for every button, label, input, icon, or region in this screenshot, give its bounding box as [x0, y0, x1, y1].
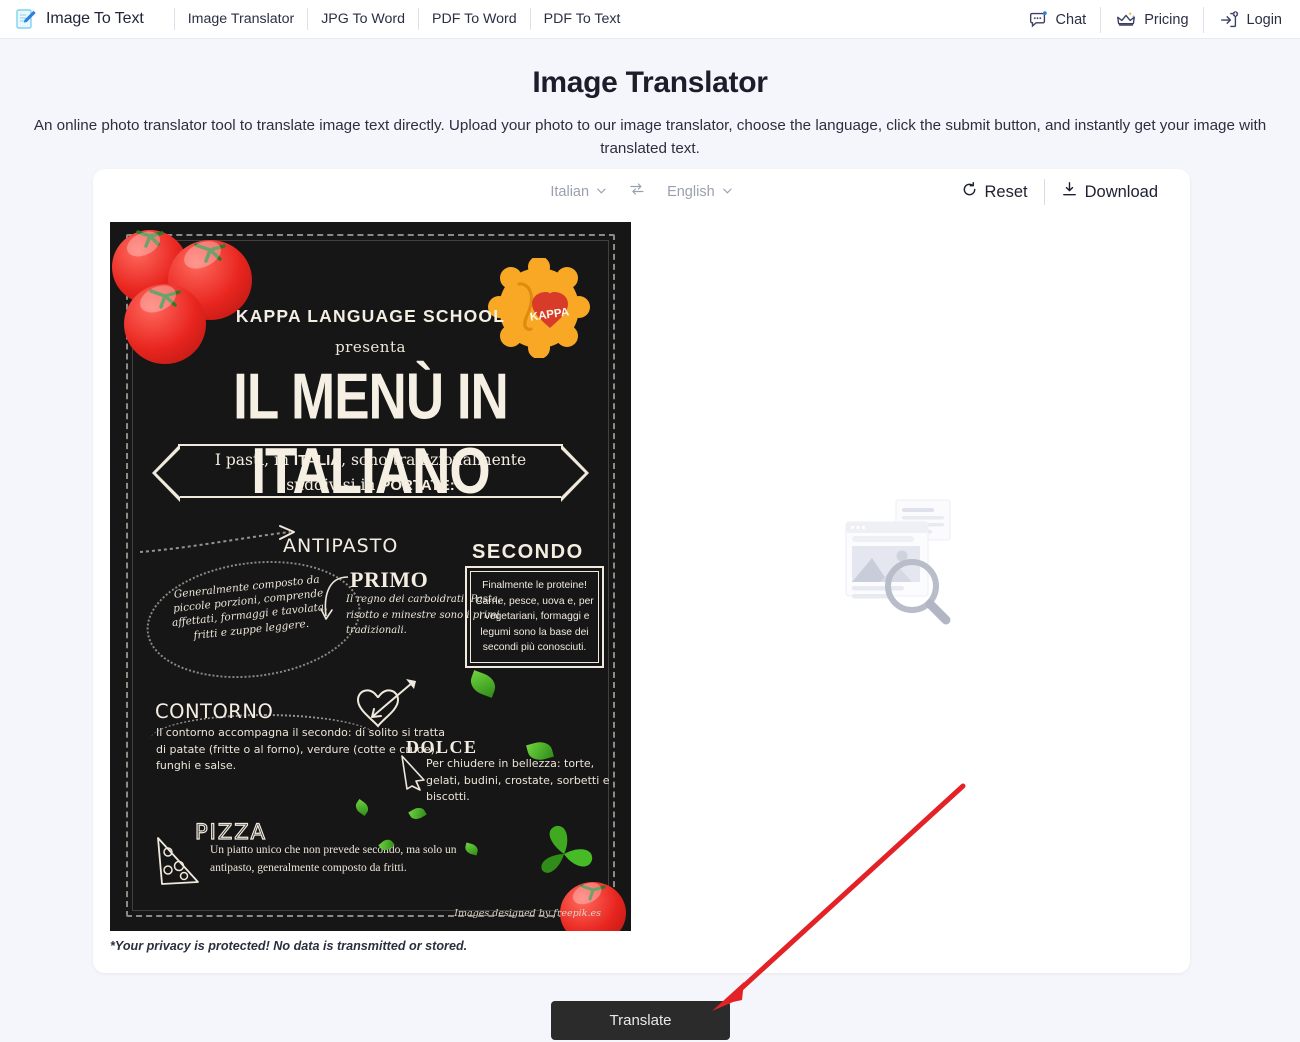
heart-arrow-decoration	[356, 679, 416, 728]
nav-pdf-to-text[interactable]: PDF To Text	[531, 8, 634, 30]
page-description: An online photo translator tool to trans…	[33, 117, 1267, 157]
reset-button[interactable]: Reset	[945, 179, 1045, 205]
reset-label: Reset	[984, 182, 1028, 201]
section-heading-primo: PRIMO	[350, 567, 429, 592]
header-actions: Chat Pricing Login	[1013, 0, 1288, 39]
section-text-secondo: Finalmente le proteine! Carne, pesce, uo…	[475, 579, 594, 654]
antipasto-pointer-line	[140, 525, 295, 553]
download-button[interactable]: Download	[1045, 179, 1174, 205]
brand-logo[interactable]: Image To Text	[0, 7, 144, 31]
poster-credit: Images designed by freepik.es	[454, 908, 601, 919]
target-language-value: English	[667, 183, 715, 200]
source-image-preview[interactable]: KAPPA KAPPA LANGUAGE SCHOOL presenta IL …	[110, 222, 631, 931]
nav-pdf-to-word[interactable]: PDF To Word	[419, 8, 531, 30]
ribbon-line2-a: suddivisi in	[286, 476, 381, 494]
nav-image-translator[interactable]: Image Translator	[173, 8, 309, 30]
reset-circular-arrow-icon	[961, 181, 978, 203]
ribbon-line1-c: , sono tradizionalmente	[341, 451, 527, 469]
chat-button[interactable]: Chat	[1013, 6, 1102, 33]
translator-card: Italian English Reset Download KAPPA KAP…	[93, 169, 1190, 973]
crown-icon	[1115, 9, 1137, 31]
secondo-box: Finalmente le proteine! Carne, pesce, uo…	[465, 566, 604, 668]
download-label: Download	[1084, 182, 1158, 201]
translator-toolbar: Italian English Reset Download	[93, 179, 1190, 213]
pizza-slice-icon	[157, 837, 199, 885]
brand-name: Image To Text	[46, 10, 144, 27]
tomato-decoration	[560, 882, 626, 931]
language-selectors: Italian English	[550, 181, 732, 202]
poster-school-name: KAPPA LANGUAGE SCHOOL	[235, 306, 506, 326]
basil-sprig-decoration	[541, 825, 593, 873]
login-label: Login	[1246, 11, 1282, 28]
image-search-placeholder-icon	[838, 494, 978, 639]
basil-leaf-decoration	[408, 804, 427, 823]
source-language-value: Italian	[550, 183, 590, 200]
privacy-note: *Your privacy is protected! No data is t…	[110, 939, 468, 953]
source-language-select[interactable]: Italian	[550, 184, 607, 200]
nav-jpg-to-word[interactable]: JPG To Word	[308, 8, 420, 30]
pricing-button[interactable]: Pricing	[1101, 6, 1204, 33]
top-header: Image To Text Image Translator JPG To Wo…	[0, 0, 1300, 39]
secondo-box-inner-border: Finalmente le proteine! Carne, pesce, uo…	[470, 571, 599, 663]
page-title: Image Translator	[532, 66, 768, 99]
ribbon-left-notch	[152, 444, 180, 502]
toolbar-actions: Reset Download	[945, 179, 1175, 205]
swap-arrows-icon	[629, 181, 645, 202]
download-tray-icon	[1061, 181, 1078, 203]
poster-image: KAPPA KAPPA LANGUAGE SCHOOL presenta IL …	[110, 222, 631, 931]
ribbon-line2-b: PORTATE:	[380, 477, 455, 494]
document-pencil-icon	[14, 7, 38, 31]
translate-button[interactable]: Translate	[551, 1001, 730, 1040]
login-button[interactable]: Login	[1204, 7, 1288, 33]
chat-bubble-icon	[1027, 9, 1049, 31]
target-language-select[interactable]: English	[667, 184, 733, 200]
chevron-down-icon	[596, 184, 607, 200]
pricing-label: Pricing	[1144, 11, 1189, 28]
chevron-down-icon	[722, 184, 733, 200]
ribbon-line1-b: ITALIA	[293, 452, 342, 469]
section-heading-pizza: PIZZA	[194, 819, 267, 844]
ribbon-text: I pasti, in ITALIA, sono tradizionalment…	[180, 446, 561, 498]
dolce-arrow-icon	[401, 755, 425, 791]
basil-leaf-decoration	[467, 670, 499, 698]
poster-ribbon: I pasti, in ITALIA, sono tradizionalment…	[152, 444, 589, 502]
main-nav: Image Translator JPG To Word PDF To Word…	[173, 7, 634, 31]
primo-pointer-line	[320, 576, 349, 620]
chat-label: Chat	[1055, 11, 1087, 28]
ribbon-right-notch	[561, 444, 589, 502]
section-text-pizza: Un piatto unico che non prevede secondo,…	[210, 844, 457, 874]
section-heading-secondo: SECONDO	[472, 541, 584, 563]
ribbon-line1-a: I pasti, in	[214, 451, 294, 469]
poster-presenta: presenta	[335, 338, 406, 356]
section-text-dolce: Per chiudere in bellezza: torte, gelati,…	[426, 757, 610, 803]
swap-languages-button[interactable]	[629, 181, 645, 202]
basil-leaf-decoration	[353, 798, 371, 817]
login-arrow-icon	[1218, 9, 1240, 31]
